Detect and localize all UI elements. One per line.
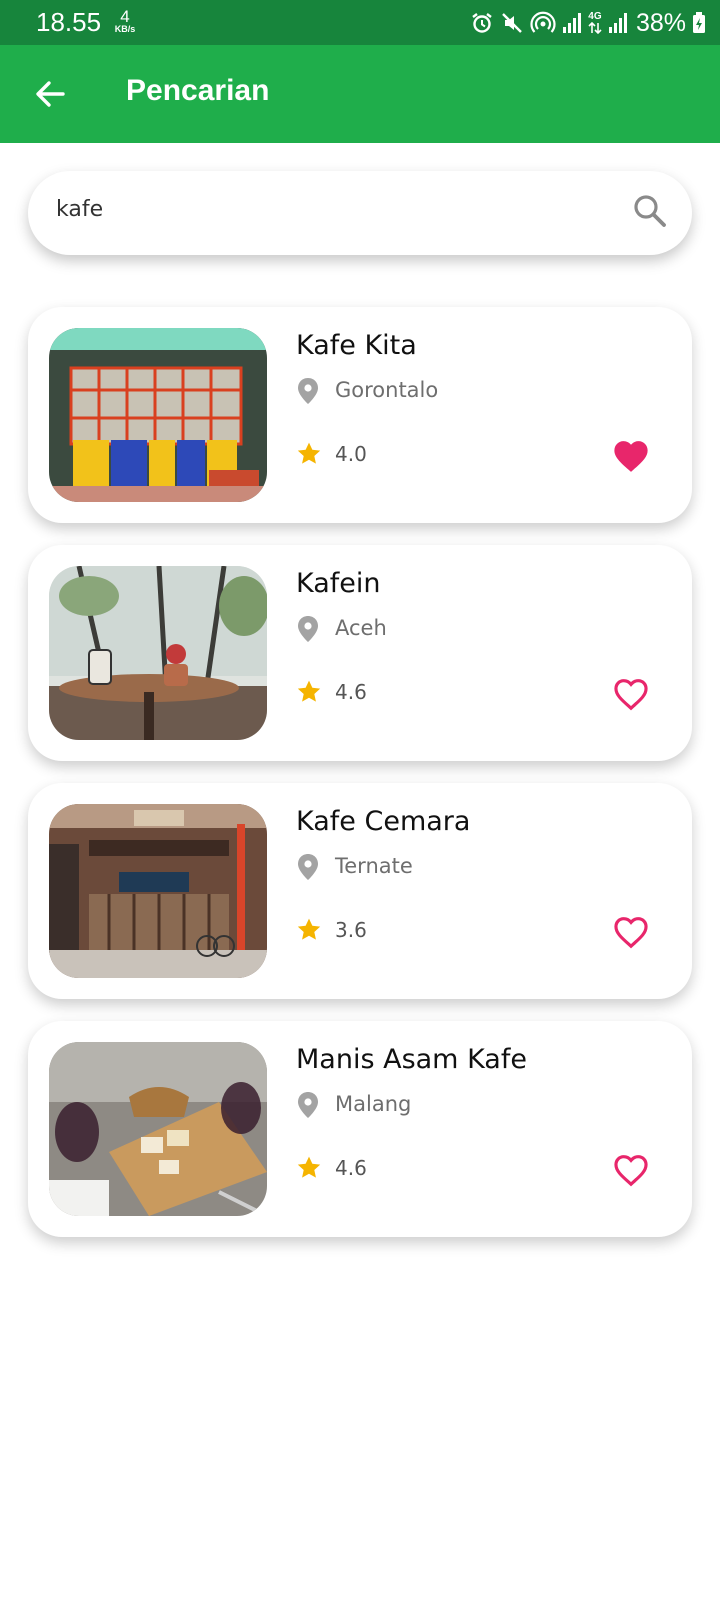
page-title: Pencarian (126, 74, 270, 107)
favorite-button[interactable] (608, 433, 654, 479)
storefront-photo (49, 328, 267, 502)
result-name: Kafe Kita (296, 330, 417, 361)
result-rating: 3.6 (335, 918, 367, 942)
network-speed-unit: KB/s (114, 24, 136, 34)
battery-percent: 38% (635, 8, 686, 37)
battery-charging-icon (692, 12, 706, 34)
favorite-button[interactable] (608, 671, 654, 717)
result-location: Gorontalo (335, 378, 439, 402)
signal-icon (562, 12, 582, 34)
heart-outline-icon (614, 917, 648, 949)
star-icon (296, 917, 322, 947)
japanese-shop-photo (49, 804, 267, 978)
location-pin-icon (296, 853, 320, 885)
back-button[interactable] (28, 72, 72, 116)
star-icon (296, 441, 322, 471)
result-name: Manis Asam Kafe (296, 1044, 527, 1075)
cheese-wine-photo (49, 1042, 267, 1216)
search-input[interactable]: kafe (56, 197, 103, 222)
location-pin-icon (296, 615, 320, 647)
arrow-left-icon (36, 81, 65, 107)
network-speed-value: 4 (120, 7, 130, 26)
favorite-button[interactable] (608, 909, 654, 955)
result-card[interactable]: Kafein Aceh 4.6 (28, 545, 692, 761)
favorite-button[interactable] (608, 1147, 654, 1193)
search-icon[interactable] (632, 193, 668, 233)
mute-icon (500, 11, 524, 35)
network-type-icon: 4G (588, 12, 602, 34)
result-rating: 4.6 (335, 680, 367, 704)
result-card[interactable]: Manis Asam Kafe Malang 4.6 (28, 1021, 692, 1237)
location-pin-icon (296, 1091, 320, 1123)
heart-outline-icon (614, 679, 648, 711)
app-bar: Pencarian (0, 45, 720, 143)
status-bar: 18.55 4 KB/s 4G 38% (0, 0, 720, 45)
result-card[interactable]: Kafe Cemara Ternate 3.6 (28, 783, 692, 999)
heart-filled-icon (614, 441, 648, 472)
cafe-table-photo (49, 566, 267, 740)
search-bar[interactable]: kafe (28, 171, 692, 255)
result-rating: 4.6 (335, 1156, 367, 1180)
network-speed: 4 KB/s (110, 8, 140, 34)
status-icons: 4G 38% (470, 8, 706, 38)
result-location: Aceh (335, 616, 387, 640)
result-name: Kafe Cemara (296, 806, 471, 837)
signal-icon-2 (608, 12, 628, 34)
star-icon (296, 1155, 322, 1185)
result-location: Malang (335, 1092, 412, 1116)
heart-outline-icon (614, 1155, 648, 1187)
star-icon (296, 679, 322, 709)
network-type-label: 4G (588, 11, 602, 22)
result-rating: 4.0 (335, 442, 367, 466)
alarm-icon (470, 11, 494, 35)
hotspot-icon (530, 11, 556, 35)
result-name: Kafein (296, 568, 381, 599)
location-pin-icon (296, 377, 320, 409)
result-card[interactable]: Kafe Kita Gorontalo 4.0 (28, 307, 692, 523)
status-time: 18.55 (36, 7, 102, 37)
result-location: Ternate (335, 854, 413, 878)
